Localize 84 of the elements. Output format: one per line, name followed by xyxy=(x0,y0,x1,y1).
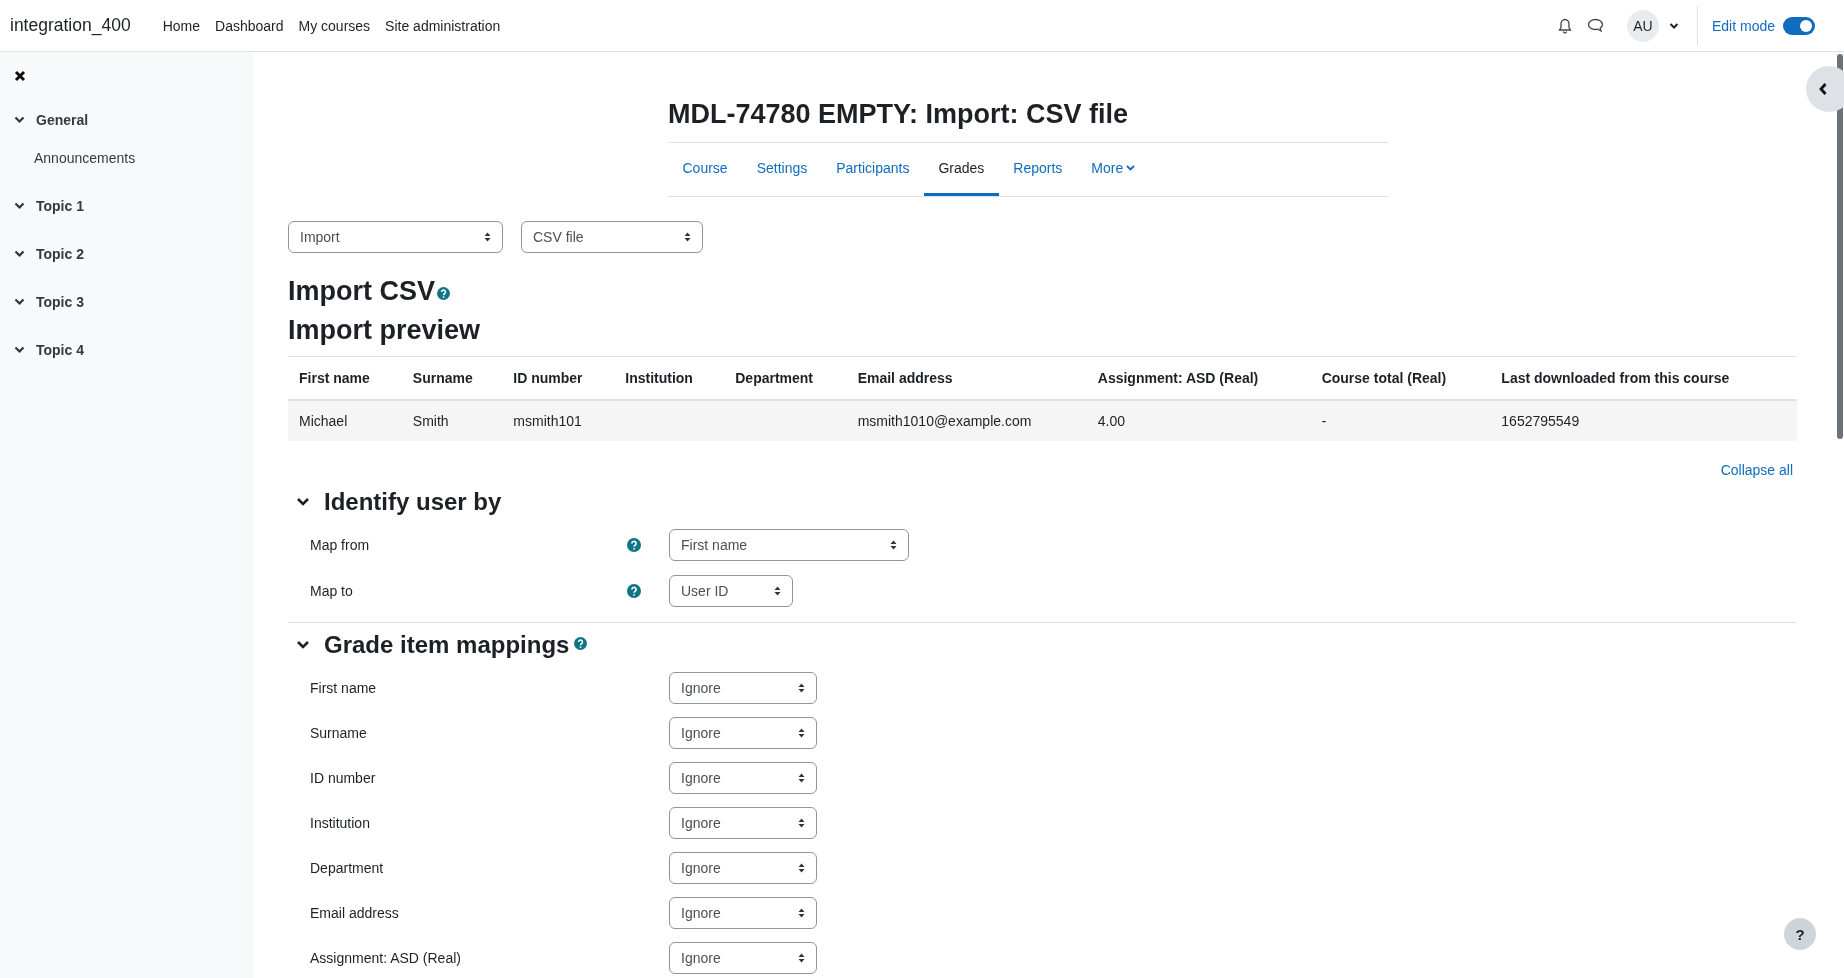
section-heading: Import preview xyxy=(288,313,482,347)
updown-caret-icon xyxy=(684,232,691,243)
help-icon[interactable] xyxy=(437,287,450,301)
table-cell: Michael xyxy=(299,413,348,430)
updown-caret-icon xyxy=(484,232,491,243)
site-name[interactable]: integration_400 xyxy=(10,15,131,36)
chevron-down-icon[interactable] xyxy=(1668,21,1679,30)
chevron-icon[interactable] xyxy=(14,346,25,354)
course-nav-tab[interactable]: Grades xyxy=(923,143,999,197)
course-nav-tab[interactable]: More xyxy=(1076,143,1150,197)
scrollbar-thumb[interactable] xyxy=(1837,54,1843,439)
field-label: Surname xyxy=(310,724,368,741)
field-label: Department xyxy=(310,859,385,876)
field-label: ID number xyxy=(310,769,377,786)
updown-caret-icon xyxy=(798,817,805,828)
help-icon[interactable] xyxy=(627,584,641,599)
field-label: First name xyxy=(310,679,378,696)
updown-caret-icon xyxy=(798,862,805,873)
course-section-link[interactable]: General xyxy=(36,112,89,128)
chevron-icon[interactable] xyxy=(296,640,310,651)
course-nav-tab[interactable]: Settings xyxy=(742,143,822,197)
dropdown-select[interactable]: Ignore xyxy=(669,896,817,929)
chevron-icon[interactable] xyxy=(14,116,25,124)
collapse-all-link[interactable]: Collapse all xyxy=(1720,462,1793,479)
chevron-icon[interactable] xyxy=(296,497,310,508)
dropdown-select[interactable]: Ignore xyxy=(669,806,817,839)
dropdown-select[interactable]: Ignore xyxy=(669,671,817,704)
drawer-toggle-button[interactable] xyxy=(1806,66,1844,112)
bell-icon[interactable] xyxy=(1556,17,1573,34)
field-label: Institution xyxy=(310,814,371,831)
dropdown-select[interactable]: Ignore xyxy=(669,716,817,749)
activity-link[interactable]: Announcements xyxy=(14,128,253,166)
caret-icon xyxy=(1126,165,1136,172)
field-label: Map to xyxy=(310,583,354,600)
user-avatar[interactable]: AU xyxy=(1626,9,1659,42)
updown-caret-icon xyxy=(798,952,805,963)
dropdown-select[interactable]: First name xyxy=(669,529,909,562)
course-nav-tab[interactable]: Participants xyxy=(821,143,924,197)
course-section-link[interactable]: Topic 4 xyxy=(36,342,84,358)
help-button[interactable]: ? xyxy=(1784,918,1816,950)
updown-caret-icon xyxy=(890,540,897,551)
table-cell: 1652795549 xyxy=(1501,413,1580,430)
course-nav-tab[interactable]: Course xyxy=(668,143,743,197)
updown-caret-icon xyxy=(798,727,805,738)
table-cell: msmith1010@example.com xyxy=(857,413,1032,430)
help-icon[interactable] xyxy=(627,538,641,553)
section-heading: Import CSV xyxy=(288,275,1797,308)
table-cell: 4.00 xyxy=(1097,413,1125,430)
edit-mode-label: Edit mode xyxy=(1711,17,1775,34)
edit-mode-toggle[interactable] xyxy=(1783,16,1815,35)
help-icon[interactable] xyxy=(574,636,588,650)
updown-caret-icon xyxy=(798,682,805,693)
chevron-icon[interactable] xyxy=(14,298,25,306)
nav-link[interactable]: Home xyxy=(162,17,200,34)
updown-caret-icon xyxy=(798,772,805,783)
chat-bubble-icon[interactable] xyxy=(1586,18,1604,33)
chevron-left-icon xyxy=(1818,82,1828,96)
fieldset-heading[interactable]: Grade item mappings xyxy=(324,631,570,660)
course-section-link[interactable]: Topic 3 xyxy=(36,294,84,310)
nav-link[interactable]: Dashboard xyxy=(215,17,284,34)
course-nav-tab[interactable]: Reports xyxy=(998,143,1077,197)
field-label: Email address xyxy=(310,904,400,921)
field-label: Map from xyxy=(310,537,371,554)
table-cell: - xyxy=(1321,413,1327,430)
updown-caret-icon xyxy=(798,907,805,918)
nav-link[interactable]: Site administration xyxy=(385,17,501,34)
course-section-link[interactable]: Topic 2 xyxy=(36,246,84,262)
dropdown-select[interactable]: Ignore xyxy=(669,941,817,974)
dropdown-select[interactable]: Ignore xyxy=(669,851,817,884)
course-section-link[interactable]: Topic 1 xyxy=(36,198,84,214)
chevron-icon[interactable] xyxy=(14,250,25,258)
dropdown-select[interactable]: Import xyxy=(288,221,503,254)
page-title: MDL-74780 EMPTY: Import: CSV file xyxy=(668,98,1389,144)
table-cell: msmith101 xyxy=(513,413,582,430)
fieldset-heading[interactable]: Identify user by xyxy=(324,488,502,517)
table-cell: Smith xyxy=(412,413,449,430)
close-icon[interactable] xyxy=(14,70,26,82)
dropdown-select[interactable]: Ignore xyxy=(669,761,817,794)
dropdown-select[interactable]: User ID xyxy=(669,575,793,608)
updown-caret-icon xyxy=(774,586,781,597)
chevron-icon[interactable] xyxy=(14,202,25,210)
dropdown-select[interactable]: CSV file xyxy=(521,221,703,254)
field-label: Assignment: ASD (Real) xyxy=(310,949,462,966)
nav-link[interactable]: My courses xyxy=(298,17,371,34)
